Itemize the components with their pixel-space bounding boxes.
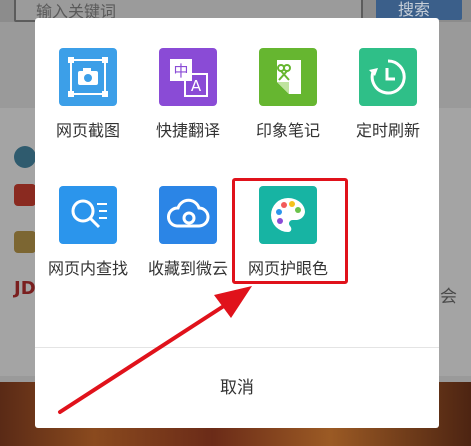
annotation-arrow xyxy=(58,286,252,414)
